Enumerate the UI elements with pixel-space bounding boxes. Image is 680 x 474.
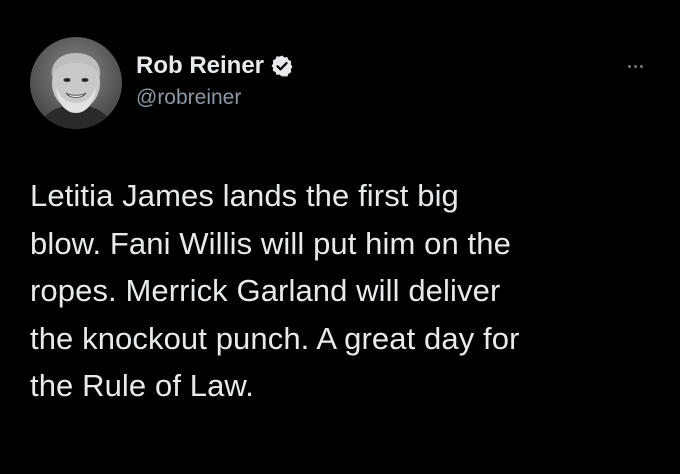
tweet-card: Rob Reiner @robreiner Letitia James land… — [0, 0, 680, 474]
author-display-name: Rob Reiner — [136, 52, 265, 79]
verified-badge-icon — [270, 54, 294, 78]
author-name-link[interactable]: Rob Reiner — [136, 52, 294, 80]
tweet-text: Letitia James lands the first big blow. … — [30, 172, 660, 410]
tweet-text-line: the knockout punch. A great day for — [30, 320, 520, 356]
author-block: Rob Reiner @robreiner — [136, 52, 294, 110]
tweet-text-line: blow. Fani Willis will put him on the — [30, 225, 511, 261]
tweet-text-line: Letitia James lands the first big — [30, 178, 459, 213]
more-options-button[interactable] — [620, 56, 650, 76]
more-dots-icon — [633, 64, 637, 68]
tweet-text-line: ropes. Merrick Garland will deliver — [30, 273, 501, 308]
avatar-photo — [30, 37, 122, 129]
author-handle[interactable]: @robreiner — [136, 86, 294, 110]
more-dots-icon — [639, 64, 643, 68]
author-avatar[interactable] — [30, 37, 122, 129]
tweet-text-line: the Rule of Law. — [30, 368, 254, 403]
more-dots-icon — [627, 64, 631, 68]
